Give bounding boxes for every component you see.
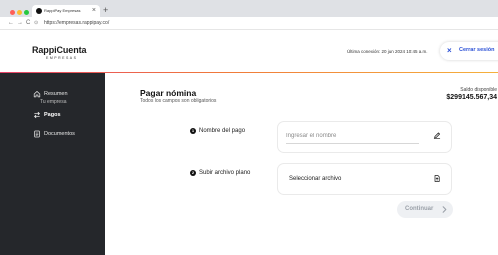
site-info-icon[interactable]: ⊙ — [34, 19, 38, 28]
new-tab-button[interactable]: + — [103, 5, 108, 15]
step-2-label: 2 Subir archivo plano — [190, 170, 250, 176]
step-number-badge: 2 — [190, 170, 196, 176]
url-text[interactable]: https://empresas.rappipay.co/ — [44, 19, 109, 28]
browser-address-bar: ← → C ⊙ https://empresas.rappipay.co/ — [0, 17, 498, 30]
tab-close-icon[interactable]: × — [92, 6, 96, 16]
tab-title: RappiPay Empresas — [44, 8, 81, 13]
window-close-dot[interactable] — [10, 10, 15, 15]
window-minimize-dot[interactable] — [17, 10, 22, 15]
sidebar-item-label: Resumen — [44, 91, 68, 97]
favicon-icon — [36, 8, 42, 14]
sidebar-item-sublabel: Tu empresa — [40, 99, 67, 105]
transfer-arrows-icon — [34, 111, 40, 119]
reload-icon[interactable]: C — [26, 19, 30, 28]
browser-tabbar: RappiPay Empresas × + — [0, 0, 498, 17]
file-upload-card[interactable]: Seleccionar archivo — [277, 163, 452, 195]
back-arrow-icon[interactable]: ← — [8, 19, 14, 28]
brand-name: RappiCuenta — [32, 45, 87, 55]
logout-button[interactable]: × Cerrar sesión — [440, 42, 498, 60]
home-icon — [33, 91, 41, 98]
sidebar: Resumen Tu empresa Pagos Documentos — [0, 73, 105, 255]
input-underline — [286, 143, 419, 144]
url-field[interactable]: ⊙ https://empresas.rappipay.co/ — [34, 19, 494, 28]
step-label-text: Nombre del pago — [199, 128, 246, 134]
page-title: Pagar nómina — [140, 88, 197, 98]
browser-tab[interactable]: RappiPay Empresas × — [32, 5, 100, 17]
file-upload-icon[interactable] — [433, 174, 441, 183]
step-label-text: Subir archivo plano — [199, 170, 251, 176]
logout-label: Cerrar sesión — [459, 47, 495, 53]
document-icon — [34, 130, 40, 138]
close-icon: × — [447, 46, 452, 55]
brand-logo: RappiCuenta EMPRESAS — [32, 45, 87, 60]
page-subtitle: Todos los campos son obligatorios — [140, 98, 217, 104]
payment-name-input[interactable] — [286, 131, 418, 141]
sidebar-item-label: Documentos — [44, 131, 75, 137]
payment-name-field-card — [277, 121, 452, 153]
balance-value: $299145.567,34 — [446, 94, 497, 101]
app-header: RappiCuenta EMPRESAS Última conexión: 20… — [0, 30, 498, 72]
balance-label: Saldo disponible — [460, 87, 497, 93]
step-number-badge: 1 — [190, 128, 196, 134]
chevron-right-icon — [442, 206, 447, 213]
sidebar-item-label: Pagos — [44, 112, 61, 118]
brand-subtitle: EMPRESAS — [46, 56, 78, 60]
continue-button[interactable]: Continuar — [397, 201, 453, 218]
last-connection-text: Última conexión: 20 jun 2024 10:45 a.m. — [347, 49, 428, 54]
select-file-label[interactable]: Seleccionar archivo — [289, 176, 341, 182]
window-maximize-dot[interactable] — [24, 10, 29, 15]
pencil-icon[interactable] — [433, 131, 441, 140]
main-content: Pagar nómina Todos los campos son obliga… — [105, 73, 498, 255]
forward-arrow-icon[interactable]: → — [17, 19, 23, 28]
continue-label: Continuar — [405, 206, 434, 212]
step-1-label: 1 Nombre del pago — [190, 128, 245, 134]
